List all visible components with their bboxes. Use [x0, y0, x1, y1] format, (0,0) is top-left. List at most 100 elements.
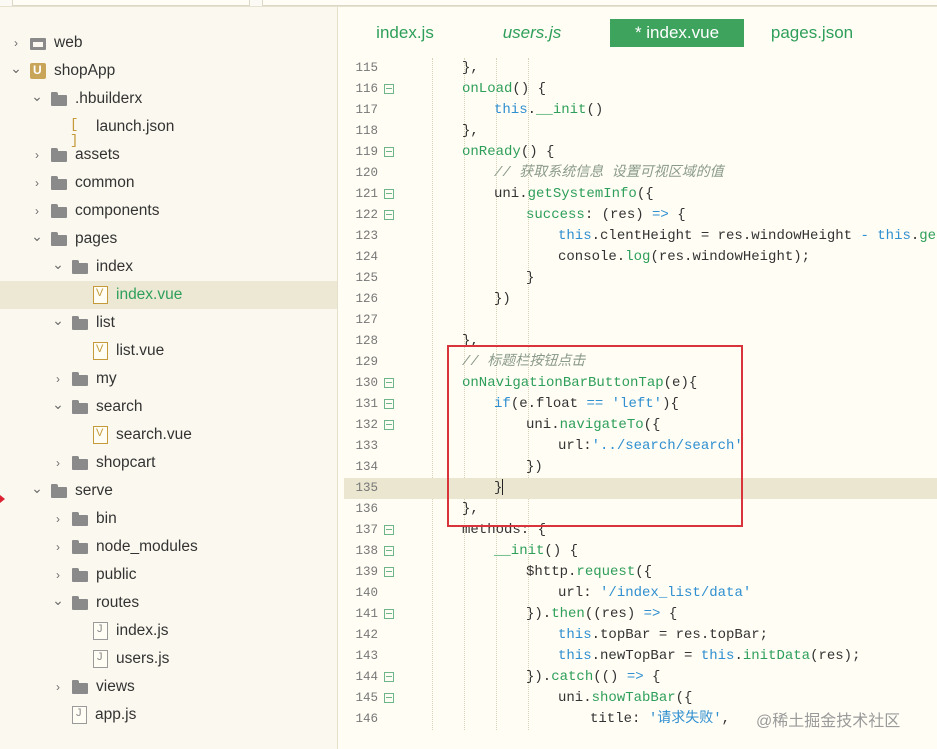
tree-item--hbuilderx[interactable]: ⌄ .hbuilderx: [0, 85, 337, 113]
code-token: =>: [626, 669, 644, 685]
line-number: 121: [355, 187, 378, 201]
tree-item-shopcart[interactable]: › shopcart: [0, 449, 337, 477]
tree-item-public[interactable]: › public: [0, 561, 337, 589]
fold-toggle-icon[interactable]: [384, 189, 394, 199]
tree-item-pages[interactable]: ⌄ pages: [0, 225, 337, 253]
tree-item-label: pages: [75, 230, 118, 247]
fold-toggle-icon[interactable]: [384, 567, 394, 577]
chevron-down-icon[interactable]: ⌄: [31, 88, 43, 105]
code-text: // 获取系统信息 设置可视区域的值: [494, 163, 724, 184]
tree-item-my[interactable]: › my: [0, 365, 337, 393]
fold-toggle-icon[interactable]: [384, 546, 394, 556]
chevron-right-icon[interactable]: ›: [52, 540, 64, 554]
chevron-right-icon[interactable]: ›: [31, 176, 43, 190]
code-line[interactable]: 138 __init() {: [344, 541, 937, 562]
line-number: 139: [355, 565, 378, 579]
code-line[interactable]: 145 uni.showTabBar({: [344, 688, 937, 709]
chevron-right-icon[interactable]: ›: [52, 568, 64, 582]
tree-item-search-vue[interactable]: ›search.vue: [0, 421, 337, 449]
code-line[interactable]: 123 this.clentHeight = res.windowHeight -…: [344, 226, 937, 247]
code-token: '/index_list/data': [600, 585, 752, 601]
chevron-right-icon[interactable]: ›: [31, 148, 43, 162]
tree-item-list[interactable]: ⌄ list: [0, 309, 337, 337]
fold-toggle-icon[interactable]: [384, 672, 394, 682]
code-line[interactable]: 141}).then((res) => {: [344, 604, 937, 625]
tree-item-serve[interactable]: ⌄ serve: [0, 477, 337, 505]
code-line[interactable]: 139 $http.request({: [344, 562, 937, 583]
tab-index-vue[interactable]: * index.vue: [610, 19, 744, 47]
code-line[interactable]: 143 this.newTopBar = this.initData(res);: [344, 646, 937, 667]
tree-item-app-js[interactable]: ›app.js: [0, 701, 337, 729]
code-line[interactable]: 120 // 获取系统信息 设置可视区域的值: [344, 163, 937, 184]
code-line[interactable]: 142 this.topBar = res.topBar;: [344, 625, 937, 646]
breakpoint-marker: [0, 495, 5, 503]
tab-index-js[interactable]: index.js: [362, 19, 448, 47]
chevron-down-icon[interactable]: ⌄: [52, 592, 64, 609]
tree-item-views[interactable]: › views: [0, 673, 337, 701]
chevron-right-icon[interactable]: ›: [31, 204, 43, 218]
fold-toggle-icon[interactable]: [384, 378, 394, 388]
chevron-down-icon[interactable]: ⌄: [31, 480, 43, 497]
code-line[interactable]: 118},: [344, 121, 937, 142]
code-line[interactable]: 119 onReady() {: [344, 142, 937, 163]
tree-item-bin[interactable]: › bin: [0, 505, 337, 533]
tree-item-shopapp[interactable]: ⌄ shopApp: [0, 57, 337, 85]
fold-toggle-icon[interactable]: [384, 693, 394, 703]
fold-toggle-icon[interactable]: [384, 210, 394, 220]
code-line[interactable]: 117 this.__init(): [344, 100, 937, 121]
chevron-down-icon[interactable]: ⌄: [10, 60, 22, 77]
code-token: .: [734, 648, 743, 664]
tree-item-routes[interactable]: ⌄ routes: [0, 589, 337, 617]
fold-toggle-icon[interactable]: [384, 147, 394, 157]
code-token: }): [494, 291, 511, 307]
code-line[interactable]: 116 onLoad() {: [344, 79, 937, 100]
tree-item-index-vue[interactable]: ›index.vue: [0, 281, 337, 309]
fold-toggle-icon[interactable]: [384, 84, 394, 94]
code-line[interactable]: 124 console.log(res.windowHeight);: [344, 247, 937, 268]
chevron-down-icon[interactable]: ⌄: [52, 396, 64, 413]
tree-item-label: shopApp: [54, 62, 116, 79]
chevron-right-icon[interactable]: ›: [52, 680, 64, 694]
tree-item-components[interactable]: › components: [0, 197, 337, 225]
chevron-down-icon[interactable]: ⌄: [52, 312, 64, 329]
chevron-right-icon[interactable]: ›: [52, 456, 64, 470]
tree-item-search[interactable]: ⌄ search: [0, 393, 337, 421]
line-number: 136: [355, 502, 378, 516]
code-line[interactable]: 122 success: (res) => {: [344, 205, 937, 226]
tree-item-label: shopcart: [96, 454, 156, 471]
chevron-down-icon[interactable]: ⌄: [52, 256, 64, 273]
tree-item-label: common: [75, 174, 135, 191]
tree-item-assets[interactable]: › assets: [0, 141, 337, 169]
chevron-down-icon[interactable]: ⌄: [31, 228, 43, 245]
chevron-right-icon[interactable]: ›: [52, 512, 64, 526]
tree-item-common[interactable]: › common: [0, 169, 337, 197]
fold-toggle-icon[interactable]: [384, 525, 394, 535]
code-line[interactable]: 140 url: '/index_list/data': [344, 583, 937, 604]
code-line[interactable]: 125}: [344, 268, 937, 289]
code-line[interactable]: 121 uni.getSystemInfo({: [344, 184, 937, 205]
tree-item-index-js[interactable]: ›index.js: [0, 617, 337, 645]
tree-item-node-modules[interactable]: › node_modules: [0, 533, 337, 561]
tree-item-users-js[interactable]: ›users.js: [0, 645, 337, 673]
code-line[interactable]: 144}).catch(() => {: [344, 667, 937, 688]
chevron-right-icon[interactable]: ›: [10, 36, 22, 50]
line-number: 115: [355, 61, 378, 75]
tab-users-js[interactable]: users.js: [490, 19, 574, 47]
tree-item-launch-json[interactable]: ›launch.json: [0, 113, 337, 149]
line-number: 137: [355, 523, 378, 537]
tree-item-web[interactable]: › web: [0, 29, 337, 57]
js-file-icon: [72, 706, 87, 724]
editor-tabs: index.js users.js * index.vue pages.json: [344, 7, 937, 51]
tab-pages-json[interactable]: pages.json: [762, 19, 862, 47]
code-line[interactable]: 126}): [344, 289, 937, 310]
code-line[interactable]: 115},: [344, 58, 937, 79]
fold-toggle-icon[interactable]: [384, 420, 394, 430]
tree-item-list-vue[interactable]: ›list.vue: [0, 337, 337, 365]
code-line[interactable]: 127: [344, 310, 937, 331]
tree-item-index[interactable]: ⌄ index: [0, 253, 337, 281]
fold-toggle-icon[interactable]: [384, 609, 394, 619]
fold-toggle-icon[interactable]: [384, 399, 394, 409]
code-token: showTabBar: [591, 690, 676, 706]
code-text: this.__init(): [494, 100, 603, 121]
chevron-right-icon[interactable]: ›: [52, 372, 64, 386]
